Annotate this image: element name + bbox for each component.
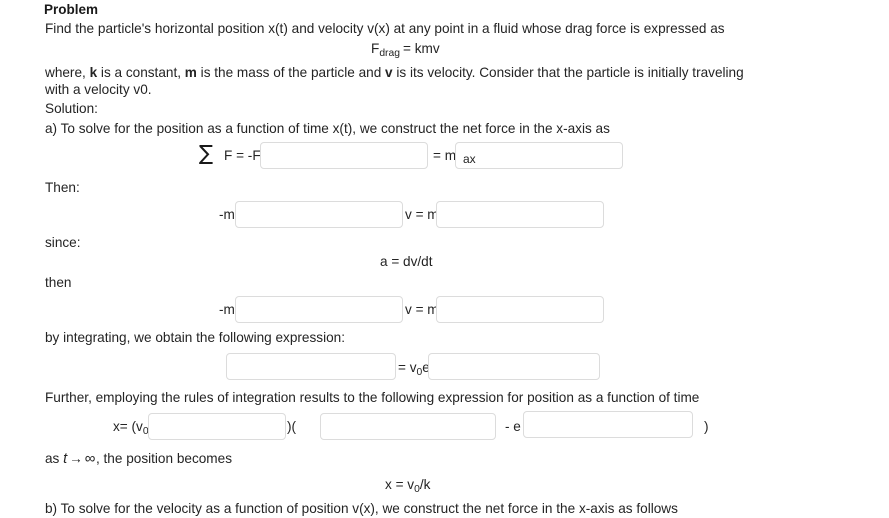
integrate-mid-prefix: = v [398,360,417,375]
answer-input-then2-1[interactable] [235,296,403,323]
then-line-2-prefix: -m [219,302,235,317]
answer-input-sum-2[interactable]: ax [455,142,623,169]
part-a-intro: a) To solve for the position as a functi… [45,121,610,136]
problem-statement: Find the particle's horizontal position … [45,21,725,36]
then-line-prefix: -m [219,207,235,222]
position-suffix: ) [704,419,709,434]
summation-icon: ∑ [199,141,214,165]
symbol-k: k [89,65,98,80]
symbol-m: m [184,65,197,80]
answer-input-position-3[interactable] [523,411,693,438]
drag-force-subscript: drag [379,47,400,59]
then-label: Then: [45,180,80,195]
position-prefix-main: x= (v [113,419,143,434]
page-title: Problem [44,2,99,17]
drag-force-equation: Fdrag = kmv [371,41,440,59]
solution-label: Solution: [45,101,98,116]
integrating-text: by integrating, we obtain the following … [45,330,345,345]
infinity-icon: ∞ [84,450,96,467]
further-text: Further, employing the rules of integrat… [45,390,700,405]
limit-equation: x = v0/k [385,477,431,495]
answer-input-then-2[interactable] [436,201,604,228]
position-separator-2: - e [505,419,521,434]
answer-input-position-2[interactable] [320,413,496,440]
symbol-v: v [385,65,393,80]
problem-document: Problem Find the particle's horizontal p… [0,0,889,516]
answer-input-then-1[interactable] [235,201,403,228]
where-part1: where, [45,65,90,80]
sum-line-lhs: F = -F [224,148,261,163]
answer-input-integrate-2[interactable] [428,353,600,380]
acceleration-equation: a = dv/dt [380,254,433,269]
where-part3: is the mass of the particle and [196,65,386,80]
limit-line: as t → ∞, the position becomes [45,450,232,469]
limit-prefix: as [45,451,64,466]
answer-input-integrate-1[interactable] [226,353,396,380]
limit-eq-lhs: x = v [385,477,415,492]
limit-eq-rhs: /k [419,477,431,492]
answer-input-sum-1[interactable] [260,142,428,169]
limit-suffix: , the position becomes [95,451,232,466]
arrow-icon: → [69,451,83,466]
answer-input-then2-2[interactable] [436,296,604,323]
answer-input-position-1[interactable] [148,413,286,440]
sum-line-mid: = m [433,148,457,163]
drag-force-rest: = kmv [402,41,440,56]
part-b-intro: b) To solve for the velocity as a functi… [45,501,678,516]
integrate-line-mid: = v0e [398,360,430,378]
then-label-2: then [45,275,72,290]
limit-variable-t: t [63,451,68,467]
where-clause: where, k is a constant, m is the mass of… [45,65,769,99]
position-line-prefix: x= (v0/ [113,419,152,437]
where-part2: is a constant, [97,65,185,80]
then-line-2-mid: v = m [405,302,439,317]
position-separator-1: )( [287,419,297,434]
answer-input-sum-2-value: ax [463,151,476,166]
since-label: since: [45,235,81,250]
then-line-mid: v = m [405,207,439,222]
